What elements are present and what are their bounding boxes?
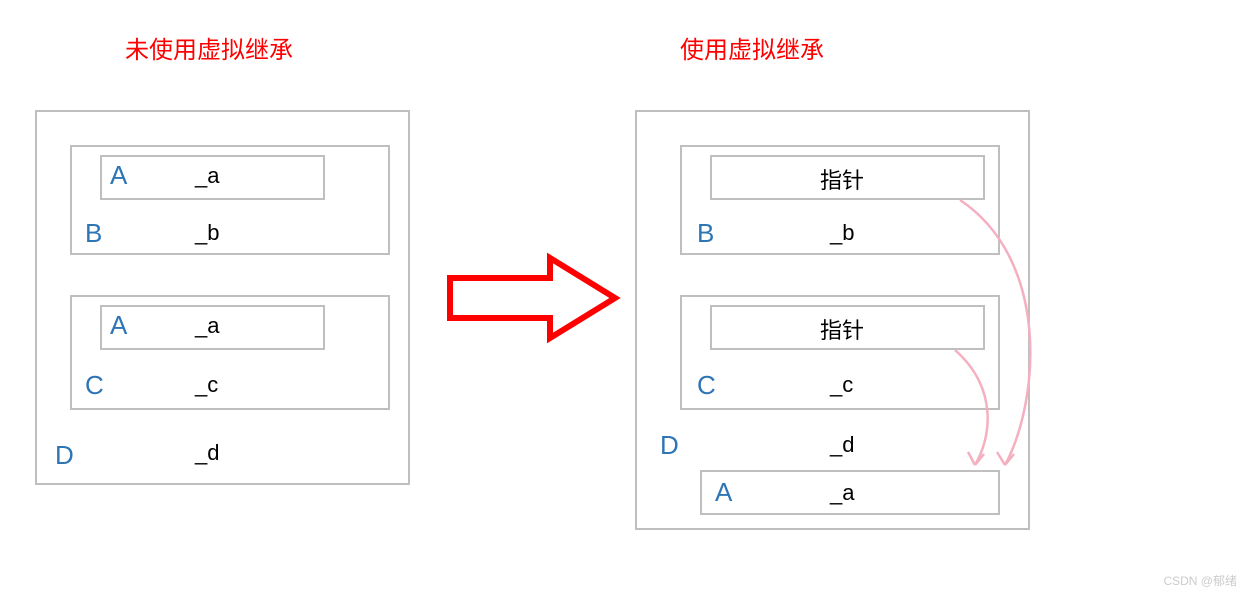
right-a-label: A (715, 477, 732, 508)
title-right: 使用虚拟继承 (680, 30, 824, 65)
left-b-member: _b (195, 220, 219, 246)
left-d-member: _d (195, 440, 219, 466)
transition-arrow-icon (450, 258, 615, 338)
left-c-a-member: _a (195, 313, 219, 339)
left-c-label: C (85, 370, 104, 401)
right-b-member: _b (830, 220, 854, 246)
right-c-ptr-label: 指针 (820, 313, 864, 345)
left-d-label: D (55, 440, 74, 471)
right-a-member: _a (830, 480, 854, 506)
left-c-a-label: A (110, 310, 127, 341)
left-b-a-member: _a (195, 163, 219, 189)
right-b-label: B (697, 218, 714, 249)
right-c-member: _c (830, 372, 853, 398)
right-b-ptr-label: 指针 (820, 163, 864, 195)
left-b-label: B (85, 218, 102, 249)
right-d-label: D (660, 430, 679, 461)
left-b-a-label: A (110, 160, 127, 191)
right-c-label: C (697, 370, 716, 401)
left-c-member: _c (195, 372, 218, 398)
watermark: CSDN @郁绪 (1163, 572, 1237, 589)
title-left: 未使用虚拟继承 (125, 30, 293, 65)
right-d-member: _d (830, 432, 854, 458)
